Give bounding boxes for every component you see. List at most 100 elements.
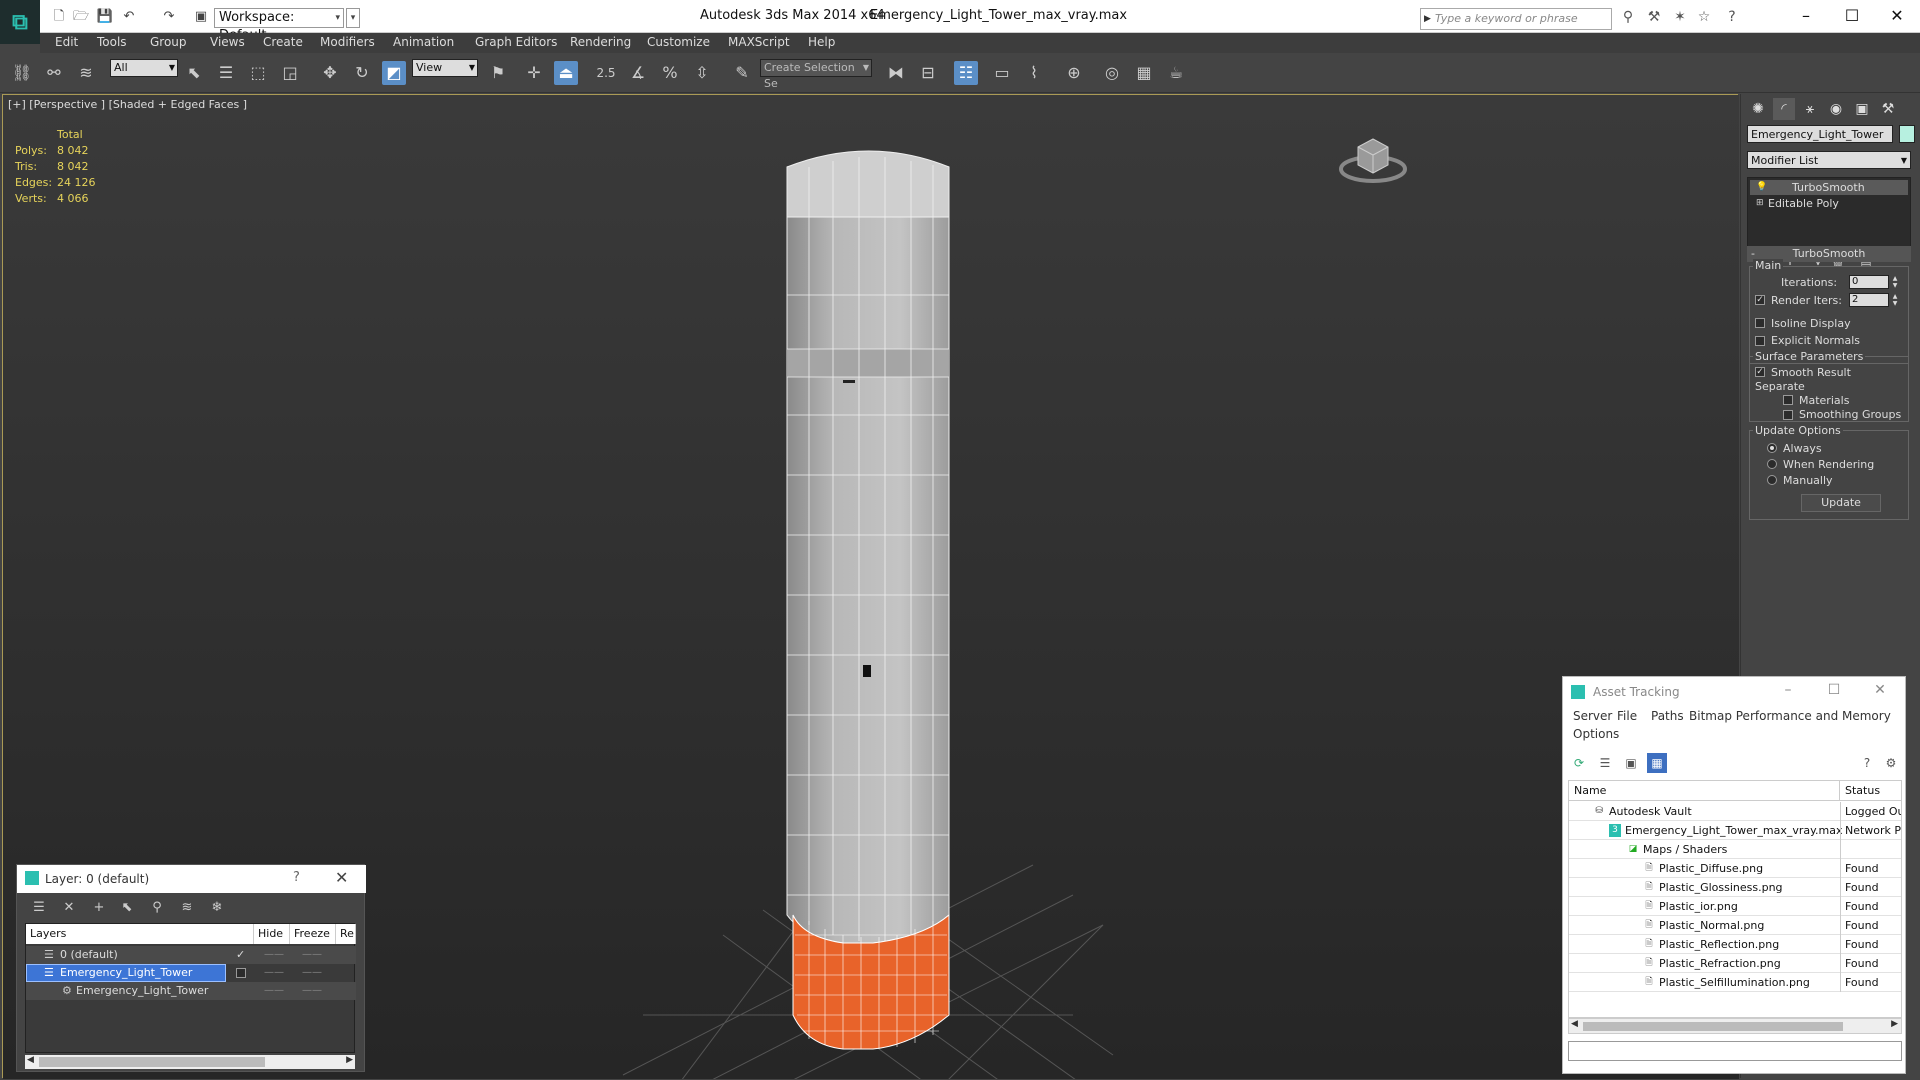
freeze-toggle[interactable]: —— xyxy=(302,946,322,964)
undo-icon[interactable]: ↶ xyxy=(120,9,138,25)
column-header[interactable]: Re xyxy=(336,924,356,944)
lightbulb-icon[interactable]: 💡 xyxy=(1756,182,1767,192)
select-object-icon[interactable]: ⬉ xyxy=(182,61,206,85)
rotate-icon[interactable]: ↻ xyxy=(350,61,374,85)
spinner-arrows-icon[interactable]: ▲ ▼ xyxy=(1890,275,1900,289)
close-icon[interactable]: ✕ xyxy=(335,868,348,887)
table-row[interactable]: 🗎 Plastic_Selfillumination.png Found xyxy=(1569,973,1901,992)
search-input[interactable]: ▶ Type a keyword or phrase xyxy=(1420,8,1612,30)
hide-toggle[interactable]: —— xyxy=(264,946,284,964)
render-setup-icon[interactable]: ▦ xyxy=(1132,61,1156,85)
spinner-snap-icon[interactable]: ⇳ xyxy=(690,61,714,85)
mirror-icon[interactable]: ⧓ xyxy=(884,61,908,85)
smoothing-groups-checkbox[interactable] xyxy=(1783,410,1793,420)
window-crossing-icon[interactable]: ◲ xyxy=(278,61,302,85)
tower-model[interactable] xyxy=(786,150,950,1050)
app-logo-button[interactable]: ⧉ xyxy=(0,0,40,44)
table-view-icon[interactable]: ▦ xyxy=(1647,753,1667,773)
asset-menu-file[interactable]: File xyxy=(1617,709,1637,723)
column-header[interactable]: Layers xyxy=(26,924,254,944)
explicit-normals-checkbox[interactable] xyxy=(1755,336,1765,346)
move-icon[interactable]: ✥ xyxy=(318,61,342,85)
layer-window-titlebar[interactable]: Layer: 0 (default) ? ✕ xyxy=(17,865,366,893)
asset-menu-paths[interactable]: Paths xyxy=(1651,709,1684,723)
menu-rendering[interactable]: Rendering xyxy=(570,35,631,49)
scrollbar-thumb[interactable] xyxy=(39,1057,265,1067)
column-header[interactable]: Hide xyxy=(254,924,290,944)
highlight-layer-icon[interactable]: ⚲ xyxy=(147,898,167,918)
menu-customize[interactable]: Customize xyxy=(647,35,710,49)
workspace-dropdown[interactable]: Workspace: Default▾ xyxy=(214,8,344,43)
redo-icon[interactable]: ↷ xyxy=(160,9,178,25)
select-by-name-icon[interactable]: ☰ xyxy=(214,61,238,85)
help-icon[interactable]: ? xyxy=(293,870,300,885)
layer-manager-icon[interactable]: ☷ xyxy=(954,61,978,85)
update-when-rendering-radio[interactable] xyxy=(1767,459,1777,469)
render-iters-checkbox[interactable]: ✓ xyxy=(1755,295,1765,305)
table-row[interactable]: 🗎 Plastic_ior.png Found xyxy=(1569,897,1901,916)
display-tab-icon[interactable]: ▣ xyxy=(1851,98,1873,120)
horizontal-scrollbar[interactable]: ◀ ▶ xyxy=(25,1055,355,1069)
minimize-icon[interactable]: – xyxy=(1783,4,1829,28)
pivot-center-icon[interactable]: ⚑ xyxy=(486,61,510,85)
bind-space-warp-icon[interactable]: ≋ xyxy=(74,61,98,85)
project-folder-icon[interactable]: ▣ xyxy=(192,9,210,25)
create-tab-icon[interactable]: ✺ xyxy=(1747,98,1769,120)
close-icon[interactable]: ✕ xyxy=(1865,682,1895,698)
column-header[interactable]: Freeze xyxy=(290,924,336,944)
rectangular-selection-icon[interactable]: ⬚ xyxy=(246,61,270,85)
hide-toggle[interactable]: —— xyxy=(264,982,284,1000)
render-iters-spinner[interactable]: 2 xyxy=(1849,293,1889,307)
menu-tools[interactable]: Tools xyxy=(97,35,127,49)
freeze-toggle[interactable]: —— xyxy=(302,982,322,1000)
render-teapot-icon[interactable]: ☕ xyxy=(1164,61,1188,85)
scroll-left-icon[interactable]: ◀ xyxy=(1571,1019,1578,1029)
refresh-icon[interactable]: ⟳ xyxy=(1569,753,1589,773)
stack-item-turbosmooth[interactable]: 💡 TurboSmooth xyxy=(1750,180,1908,195)
table-row[interactable]: ☰ Emergency_Light_Tower —— —— xyxy=(26,964,356,982)
unlink-icon[interactable]: ⚯ xyxy=(42,61,66,85)
communication-icon[interactable]: ✶ xyxy=(1670,9,1690,27)
snaps-toggle-icon[interactable]: 2.5 xyxy=(594,61,618,85)
graphite-ribbon-icon[interactable]: ▭ xyxy=(990,61,1014,85)
object-color-swatch[interactable] xyxy=(1899,125,1915,143)
menu-create[interactable]: Create xyxy=(263,35,303,49)
edit-named-selection-icon[interactable]: ✎ xyxy=(730,61,754,85)
selection-filter-dropdown[interactable]: All ▼ xyxy=(110,59,178,77)
update-always-radio[interactable] xyxy=(1767,443,1777,453)
select-in-layer-icon[interactable]: ⬉ xyxy=(117,898,137,918)
curve-editor-icon[interactable]: ⌇ xyxy=(1022,61,1046,85)
menu-edit[interactable]: Edit xyxy=(55,35,78,49)
align-icon[interactable]: ⊟ xyxy=(916,61,940,85)
create-layer-icon[interactable]: ☰ xyxy=(29,898,49,918)
favorites-star-icon[interactable]: ☆ xyxy=(1694,9,1714,27)
maximize-icon[interactable]: ☐ xyxy=(1829,4,1875,28)
menu-group[interactable]: Group xyxy=(150,35,187,49)
table-row[interactable]: 3 Emergency_Light_Tower_max_vray.max Netwo… xyxy=(1569,821,1901,840)
modify-tab-icon[interactable]: ◜ xyxy=(1773,98,1795,120)
table-row[interactable]: 🗎 Plastic_Glossiness.png Found xyxy=(1569,878,1901,897)
keyboard-shortcut-override-icon[interactable]: ⏏ xyxy=(554,61,578,85)
close-icon[interactable]: ✕ xyxy=(1874,4,1920,28)
table-row[interactable]: 🗎 Plastic_Reflection.png Found xyxy=(1569,935,1901,954)
freeze-all-layers-icon[interactable]: ❄ xyxy=(207,898,227,918)
percent-snap-icon[interactable]: % xyxy=(658,61,682,85)
asset-menu-bitmap-performance[interactable]: Bitmap Performance and Memory xyxy=(1689,709,1891,723)
menu-help[interactable]: Help xyxy=(808,35,835,49)
scroll-right-icon[interactable]: ▶ xyxy=(346,1055,353,1065)
settings-icon[interactable]: ⚙ xyxy=(1881,753,1901,773)
scrollbar-thumb[interactable] xyxy=(1583,1022,1843,1031)
add-to-layer-icon[interactable]: + xyxy=(89,898,109,918)
scale-icon[interactable]: ◩ xyxy=(382,61,406,85)
link-icon[interactable]: ⛓ xyxy=(10,61,34,85)
update-button[interactable]: Update xyxy=(1801,494,1881,512)
help-icon[interactable]: ? xyxy=(1722,9,1742,27)
reference-coordinate-dropdown[interactable]: View ▼ xyxy=(412,59,478,77)
subscription-icon[interactable]: ⚒ xyxy=(1644,9,1664,27)
utilities-tab-icon[interactable]: ⚒ xyxy=(1877,98,1899,120)
materials-checkbox[interactable] xyxy=(1783,395,1793,405)
freeze-toggle[interactable]: —— xyxy=(302,964,322,982)
scroll-right-icon[interactable]: ▶ xyxy=(1891,1019,1898,1029)
column-header[interactable]: Name xyxy=(1569,781,1840,801)
asset-menu-server[interactable]: Server xyxy=(1573,709,1612,723)
